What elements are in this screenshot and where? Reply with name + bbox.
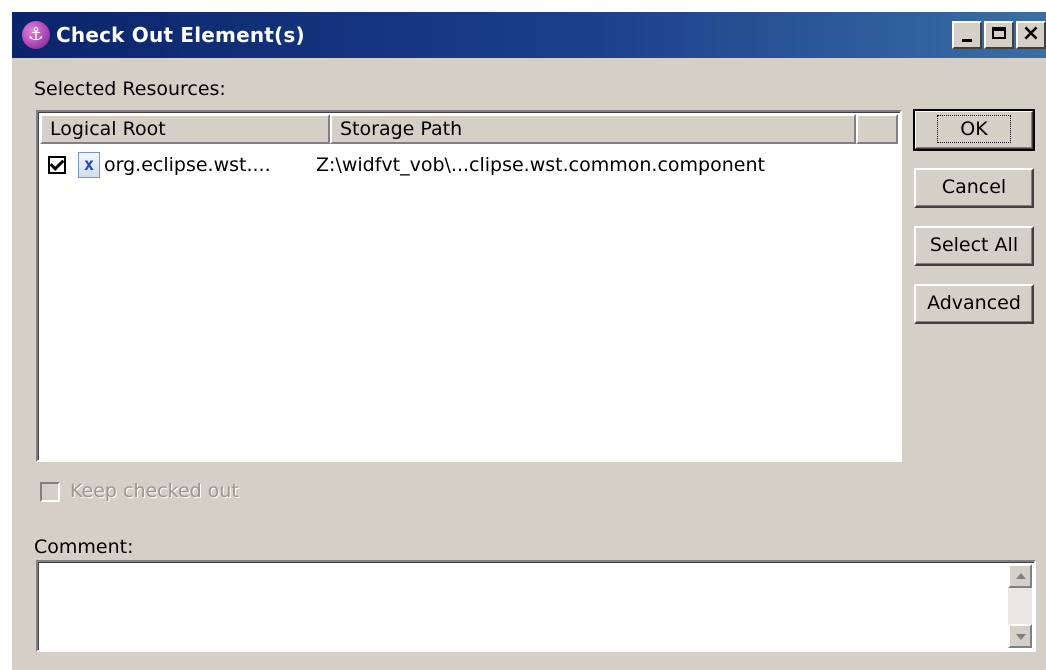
ok-button-label: OK	[937, 115, 1011, 143]
close-button[interactable]: ×	[1016, 21, 1046, 49]
window-title: Check Out Element(s)	[56, 23, 305, 47]
maximize-button[interactable]	[984, 21, 1014, 49]
resources-table: Logical Root Storage Path x org.eclipse.…	[36, 110, 902, 462]
column-header-storage-path[interactable]: Storage Path	[330, 114, 856, 144]
arrow-up-icon	[1016, 573, 1026, 579]
column-header-filler	[856, 114, 898, 144]
close-icon: ×	[1021, 21, 1041, 46]
logical-root-cell: org.eclipse.wst....	[104, 154, 271, 176]
minimize-button[interactable]	[952, 21, 982, 49]
scroll-up-button[interactable]	[1008, 564, 1032, 588]
cancel-button[interactable]: Cancel	[914, 168, 1034, 208]
check-out-dialog: ⚓ Check Out Element(s) × Selected Resour…	[10, 10, 1046, 670]
title-bar[interactable]: ⚓ Check Out Element(s) ×	[12, 12, 1046, 58]
advanced-button[interactable]: Advanced	[914, 284, 1034, 324]
xml-file-icon: x	[78, 152, 100, 178]
selected-resources-label: Selected Resources:	[34, 78, 226, 100]
keep-checked-out-label: Keep checked out	[70, 480, 239, 502]
column-header-logical-root[interactable]: Logical Root	[40, 114, 330, 144]
comment-textarea[interactable]	[36, 560, 1036, 652]
keep-checked-out-checkbox[interactable]	[40, 482, 60, 502]
storage-path-cell: Z:\widfvt_vob\...clipse.wst.common.compo…	[316, 154, 765, 176]
ok-button[interactable]: OK	[913, 109, 1035, 151]
comment-label: Comment:	[34, 536, 134, 558]
clearcase-app-icon: ⚓	[22, 21, 50, 49]
scroll-down-button[interactable]	[1008, 624, 1032, 648]
row-checkbox[interactable]	[48, 156, 66, 174]
comment-scrollbar[interactable]	[1008, 564, 1032, 648]
table-row[interactable]: x org.eclipse.wst.... Z:\widfvt_vob\...c…	[48, 150, 765, 180]
window-controls: ×	[952, 21, 1046, 49]
minimize-icon	[962, 39, 972, 42]
table-header: Logical Root Storage Path	[40, 114, 898, 144]
select-all-button[interactable]: Select All	[914, 226, 1034, 266]
maximize-icon	[992, 27, 1006, 39]
arrow-down-icon	[1016, 634, 1026, 640]
